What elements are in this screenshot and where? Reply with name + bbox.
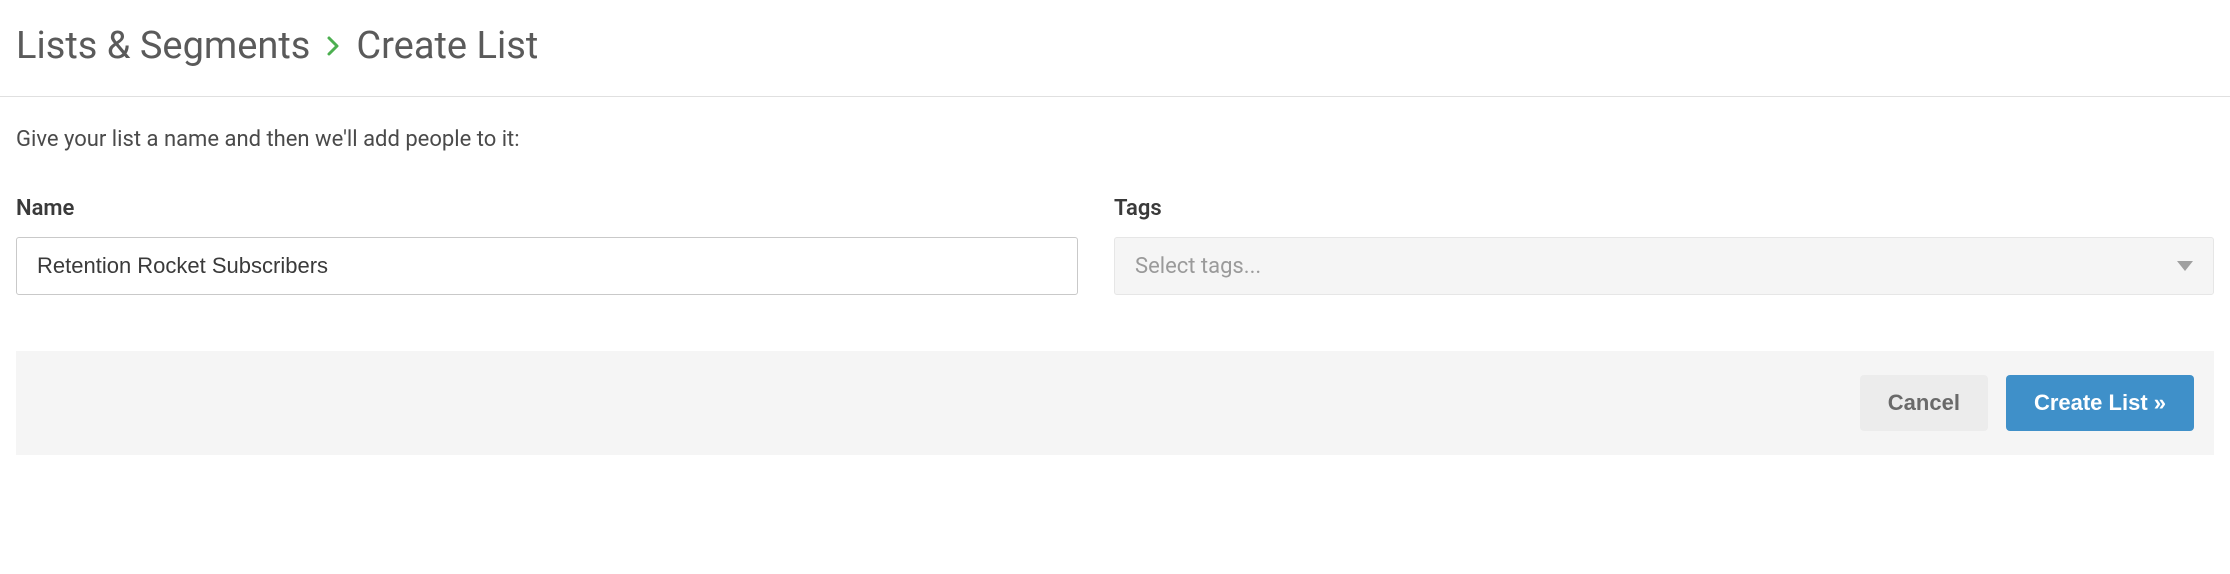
tags-label: Tags bbox=[1114, 196, 2214, 221]
breadcrumb-parent-link[interactable]: Lists & Segments bbox=[16, 24, 310, 68]
caret-down-icon bbox=[2177, 261, 2193, 271]
form-row: Name Tags Select tags... bbox=[16, 196, 2214, 295]
breadcrumb-current: Create List bbox=[356, 24, 538, 68]
cancel-button[interactable]: Cancel bbox=[1860, 375, 1988, 431]
form-content: Give your list a name and then we'll add… bbox=[0, 97, 2230, 295]
tags-select[interactable]: Select tags... bbox=[1114, 237, 2214, 295]
instruction-text: Give your list a name and then we'll add… bbox=[16, 127, 2214, 152]
chevron-right-icon bbox=[326, 35, 340, 57]
action-bar: Cancel Create List » bbox=[16, 351, 2214, 455]
breadcrumb: Lists & Segments Create List bbox=[0, 0, 2230, 97]
create-list-page: Lists & Segments Create List Give your l… bbox=[0, 0, 2230, 455]
name-field-group: Name bbox=[16, 196, 1078, 295]
tags-select-placeholder: Select tags... bbox=[1135, 254, 2177, 279]
create-list-button[interactable]: Create List » bbox=[2006, 375, 2194, 431]
name-label: Name bbox=[16, 196, 1078, 221]
name-input[interactable] bbox=[16, 237, 1078, 295]
tags-field-group: Tags Select tags... bbox=[1114, 196, 2214, 295]
